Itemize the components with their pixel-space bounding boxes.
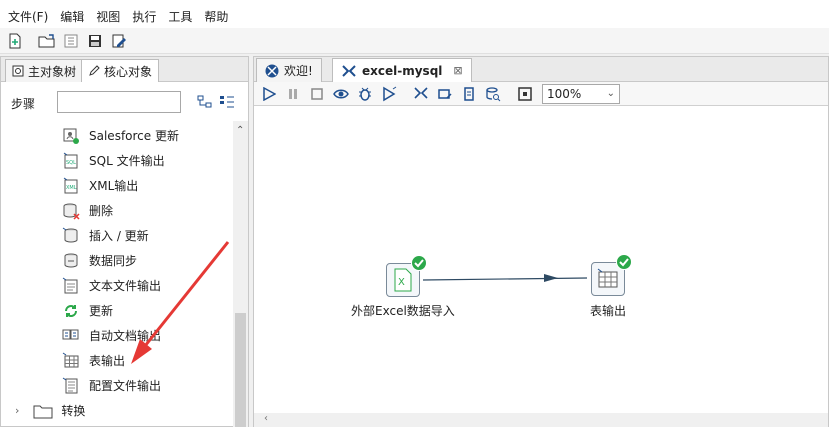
verify-button[interactable] <box>410 83 432 105</box>
zoom-select[interactable]: 100% ⌄ <box>542 83 620 104</box>
svg-text:X: X <box>398 277 405 288</box>
script-icon <box>464 86 474 101</box>
transformation-canvas[interactable]: X 外部Excel数据导入 表输出 <box>254 107 828 413</box>
sql-button[interactable] <box>458 83 480 105</box>
debug-button[interactable] <box>354 83 376 105</box>
scroll-left-arrow-icon[interactable]: ‹ <box>264 413 268 424</box>
preview-button[interactable] <box>330 83 352 105</box>
excel-file-icon: X <box>394 268 412 292</box>
tab-excel-mysql-label: excel-mysql <box>362 63 443 78</box>
transformation-icon <box>342 64 356 77</box>
stop-button[interactable] <box>306 83 328 105</box>
canvas-hscrollbar[interactable]: ‹ <box>254 413 828 427</box>
database-search-icon <box>486 86 501 101</box>
step-table-output-label: 表输出 <box>590 304 627 318</box>
close-tab-icon[interactable]: ⊠ <box>453 64 462 77</box>
tab-welcome-label: 欢迎! <box>284 64 313 78</box>
eye-icon <box>333 89 349 98</box>
replay-button[interactable] <box>378 83 400 105</box>
run-button[interactable] <box>258 83 280 105</box>
explore-db-button[interactable] <box>482 83 504 105</box>
grid-toggle-button[interactable] <box>514 83 536 105</box>
success-check-icon <box>616 254 632 270</box>
hop-connector[interactable] <box>254 107 828 413</box>
replay-icon <box>383 86 397 101</box>
impact-button[interactable] <box>434 83 456 105</box>
zoom-value: 100% <box>547 86 582 101</box>
play-icon <box>263 86 276 101</box>
success-check-icon <box>411 255 427 271</box>
tab-welcome[interactable]: 欢迎! <box>256 58 322 82</box>
table-output-icon <box>597 268 618 288</box>
impact-icon <box>438 88 452 99</box>
pause-icon <box>289 88 297 99</box>
step-excel-input-label: 外部Excel数据导入 <box>351 304 455 318</box>
tab-excel-mysql[interactable]: excel-mysql ⊠ <box>332 58 472 82</box>
editor-tab-bar: 欢迎! excel-mysql ⊠ <box>254 57 828 82</box>
grid-icon <box>518 86 532 101</box>
welcome-icon <box>265 64 279 77</box>
editor-panel: 欢迎! excel-mysql ⊠ 100% ⌄ X 外部Excel数据导入 表… <box>253 56 829 427</box>
bug-icon <box>359 87 371 101</box>
stop-icon <box>311 87 323 100</box>
verify-icon <box>414 86 428 99</box>
pause-button[interactable] <box>282 83 304 105</box>
canvas-toolbar: 100% ⌄ <box>254 82 828 106</box>
chevron-down-icon: ⌄ <box>606 88 615 99</box>
